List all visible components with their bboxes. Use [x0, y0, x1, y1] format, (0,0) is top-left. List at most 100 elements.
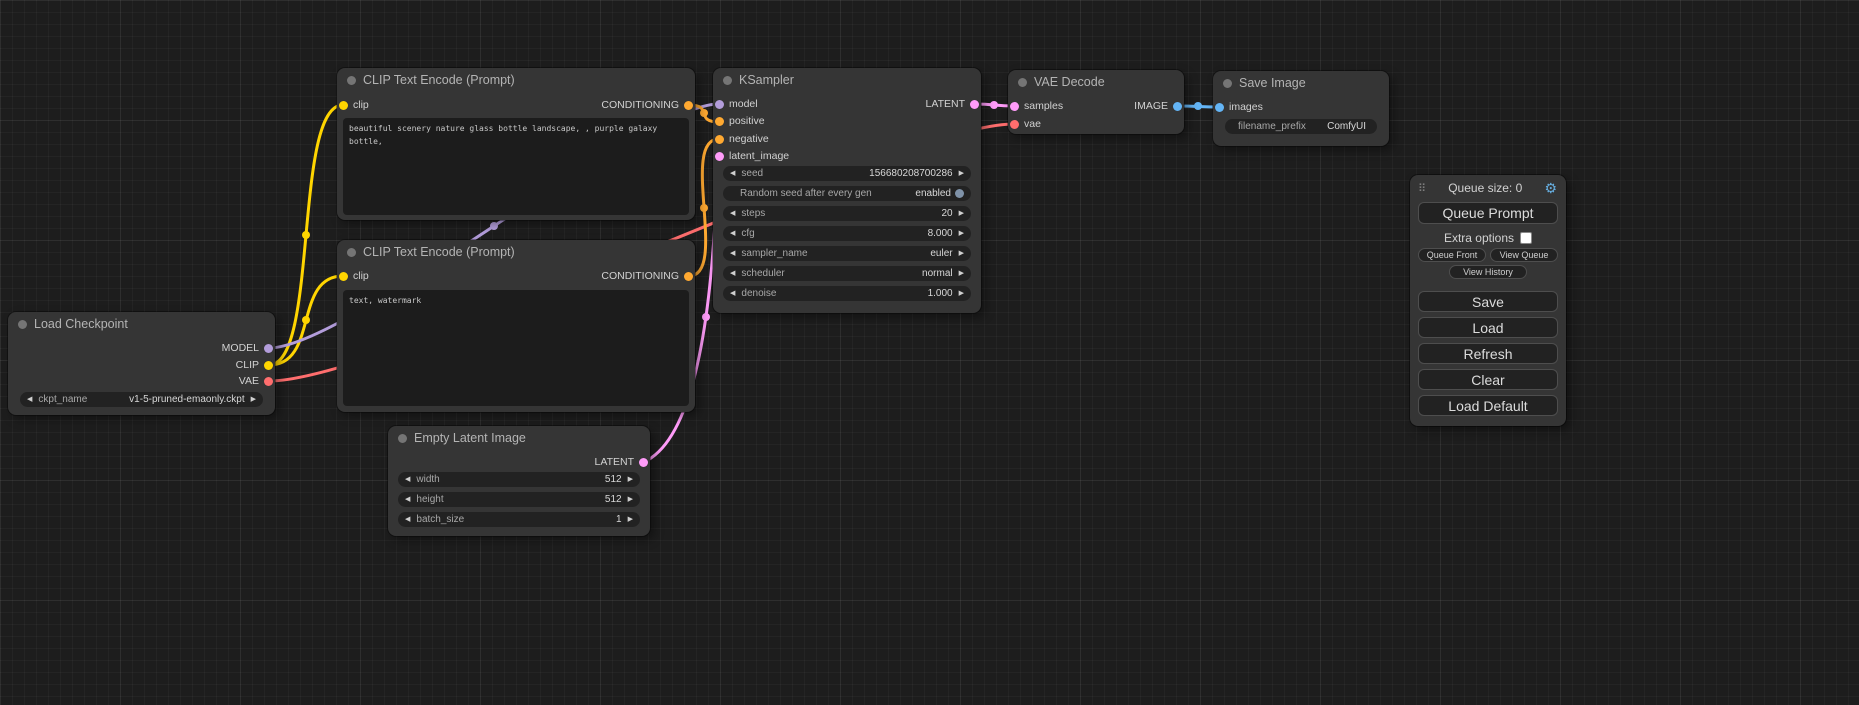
node-status-dot: [18, 320, 27, 329]
node-title: Save Image: [1239, 76, 1306, 90]
widget-denoise[interactable]: ◀ denoise 1.000 ▶: [723, 286, 971, 301]
slot-dot-clip[interactable]: [339, 101, 348, 110]
slot-dot-latent[interactable]: [639, 458, 648, 467]
drag-handle-icon[interactable]: ⠿: [1418, 182, 1426, 195]
widget-value: 156680208700286: [869, 168, 952, 179]
slot-dot-model[interactable]: [264, 344, 273, 353]
increment-arrow-icon[interactable]: ▶: [959, 286, 964, 301]
widget-name: denoise: [741, 288, 776, 299]
queue-prompt-button[interactable]: Queue Prompt: [1418, 202, 1558, 224]
increment-arrow-icon[interactable]: ▶: [959, 226, 964, 241]
node-title-bar[interactable]: VAE Decode: [1008, 70, 1184, 94]
save-button[interactable]: Save: [1418, 291, 1558, 312]
clear-button[interactable]: Clear: [1418, 369, 1558, 390]
widget-name: cfg: [741, 228, 754, 239]
increment-arrow-icon[interactable]: ▶: [959, 166, 964, 181]
widget-sampler-name[interactable]: ◀ sampler_name euler ▶: [723, 246, 971, 261]
refresh-button[interactable]: Refresh: [1418, 343, 1558, 364]
slot-dot-conditioning[interactable]: [684, 272, 693, 281]
slot-dot-conditioning[interactable]: [684, 101, 693, 110]
toggle-indicator[interactable]: [955, 189, 964, 198]
decrement-arrow-icon[interactable]: ◀: [730, 266, 735, 281]
increment-arrow-icon[interactable]: ▶: [628, 492, 633, 507]
increment-arrow-icon[interactable]: ▶: [959, 266, 964, 281]
load-default-button[interactable]: Load Default: [1418, 395, 1558, 416]
increment-arrow-icon[interactable]: ▶: [959, 206, 964, 221]
view-history-button[interactable]: View History: [1449, 265, 1527, 279]
node-title-bar[interactable]: KSampler: [713, 68, 981, 92]
input-slot-clip: clip: [339, 269, 369, 283]
slot-label: IMAGE: [1134, 100, 1168, 112]
extra-options-label: Extra options: [1444, 231, 1514, 245]
increment-arrow-icon[interactable]: ▶: [628, 512, 633, 527]
node-title: VAE Decode: [1034, 75, 1105, 89]
decrement-arrow-icon[interactable]: ◀: [730, 206, 735, 221]
slot-dot-clip[interactable]: [264, 361, 273, 370]
node-empty-latent-image[interactable]: Empty Latent Image LATENT ◀ width 512 ▶ …: [388, 426, 650, 536]
slot-label: MODEL: [222, 342, 259, 354]
widget-seed[interactable]: ◀ seed 156680208700286 ▶: [723, 166, 971, 181]
decrement-arrow-icon[interactable]: ◀: [27, 392, 32, 407]
prompt-textarea[interactable]: beautiful scenery nature glass bottle la…: [343, 118, 689, 215]
extra-options-checkbox[interactable]: [1520, 232, 1532, 244]
node-title-bar[interactable]: CLIP Text Encode (Prompt): [337, 240, 695, 264]
widget-random-seed-toggle[interactable]: Random seed after every gen enabled: [723, 186, 971, 201]
decrement-arrow-icon[interactable]: ◀: [405, 472, 410, 487]
slot-dot-clip[interactable]: [339, 272, 348, 281]
decrement-arrow-icon[interactable]: ◀: [730, 226, 735, 241]
decrement-arrow-icon[interactable]: ◀: [730, 286, 735, 301]
widget-name: ckpt_name: [38, 394, 87, 405]
node-status-dot: [398, 434, 407, 443]
increment-arrow-icon[interactable]: ▶: [251, 392, 256, 407]
node-title-bar[interactable]: Save Image: [1213, 71, 1389, 95]
node-graph-canvas[interactable]: Load Checkpoint MODEL CLIP VAE ◀ ckpt_na…: [0, 0, 1859, 705]
widget-steps[interactable]: ◀ steps 20 ▶: [723, 206, 971, 221]
widget-scheduler[interactable]: ◀ scheduler normal ▶: [723, 266, 971, 281]
slot-dot-positive[interactable]: [715, 117, 724, 126]
slot-dot-latent-image[interactable]: [715, 152, 724, 161]
slot-label: CONDITIONING: [601, 270, 679, 282]
decrement-arrow-icon[interactable]: ◀: [405, 492, 410, 507]
slot-dot-negative[interactable]: [715, 135, 724, 144]
node-save-image[interactable]: Save Image images filename_prefix ComfyU…: [1213, 71, 1389, 146]
slot-dot-vae[interactable]: [264, 377, 273, 386]
node-title-bar[interactable]: Empty Latent Image: [388, 426, 650, 450]
queue-front-button[interactable]: Queue Front: [1418, 248, 1486, 262]
increment-arrow-icon[interactable]: ▶: [628, 472, 633, 487]
widget-value: 512: [605, 494, 622, 505]
widget-filename-prefix[interactable]: filename_prefix ComfyUI: [1225, 119, 1377, 134]
slot-label: samples: [1024, 100, 1063, 112]
decrement-arrow-icon[interactable]: ◀: [730, 166, 735, 181]
node-clip-text-encode-negative[interactable]: CLIP Text Encode (Prompt) clip CONDITION…: [337, 240, 695, 412]
node-title: CLIP Text Encode (Prompt): [363, 245, 515, 259]
node-title: CLIP Text Encode (Prompt): [363, 73, 515, 87]
widget-height[interactable]: ◀ height 512 ▶: [398, 492, 640, 507]
slot-dot-latent[interactable]: [970, 100, 979, 109]
load-button[interactable]: Load: [1418, 317, 1558, 338]
link-midpoint-dot: [700, 109, 708, 117]
widget-ckpt-name[interactable]: ◀ ckpt_name v1-5-pruned-emaonly.ckpt ▶: [20, 392, 263, 407]
settings-gear-icon[interactable]: ⚙: [1544, 181, 1557, 195]
node-title-bar[interactable]: CLIP Text Encode (Prompt): [337, 68, 695, 92]
node-ksampler[interactable]: KSampler model positive negative latent_…: [713, 68, 981, 313]
decrement-arrow-icon[interactable]: ◀: [730, 246, 735, 261]
slot-dot-image[interactable]: [1173, 102, 1182, 111]
node-clip-text-encode-positive[interactable]: CLIP Text Encode (Prompt) clip CONDITION…: [337, 68, 695, 220]
widget-batch-size[interactable]: ◀ batch_size 1 ▶: [398, 512, 640, 527]
slot-dot-samples[interactable]: [1010, 102, 1019, 111]
prompt-textarea[interactable]: text, watermark: [343, 290, 689, 406]
increment-arrow-icon[interactable]: ▶: [959, 246, 964, 261]
node-load-checkpoint[interactable]: Load Checkpoint MODEL CLIP VAE ◀ ckpt_na…: [8, 312, 275, 415]
input-slot-images: images: [1215, 100, 1263, 114]
slot-dot-images[interactable]: [1215, 103, 1224, 112]
node-title: KSampler: [739, 73, 794, 87]
widget-width[interactable]: ◀ width 512 ▶: [398, 472, 640, 487]
slot-label: CONDITIONING: [601, 99, 679, 111]
decrement-arrow-icon[interactable]: ◀: [405, 512, 410, 527]
slot-dot-vae[interactable]: [1010, 120, 1019, 129]
node-title-bar[interactable]: Load Checkpoint: [8, 312, 275, 336]
slot-dot-model[interactable]: [715, 100, 724, 109]
view-queue-button[interactable]: View Queue: [1490, 248, 1558, 262]
node-vae-decode[interactable]: VAE Decode samples vae IMAGE: [1008, 70, 1184, 134]
widget-cfg[interactable]: ◀ cfg 8.000 ▶: [723, 226, 971, 241]
